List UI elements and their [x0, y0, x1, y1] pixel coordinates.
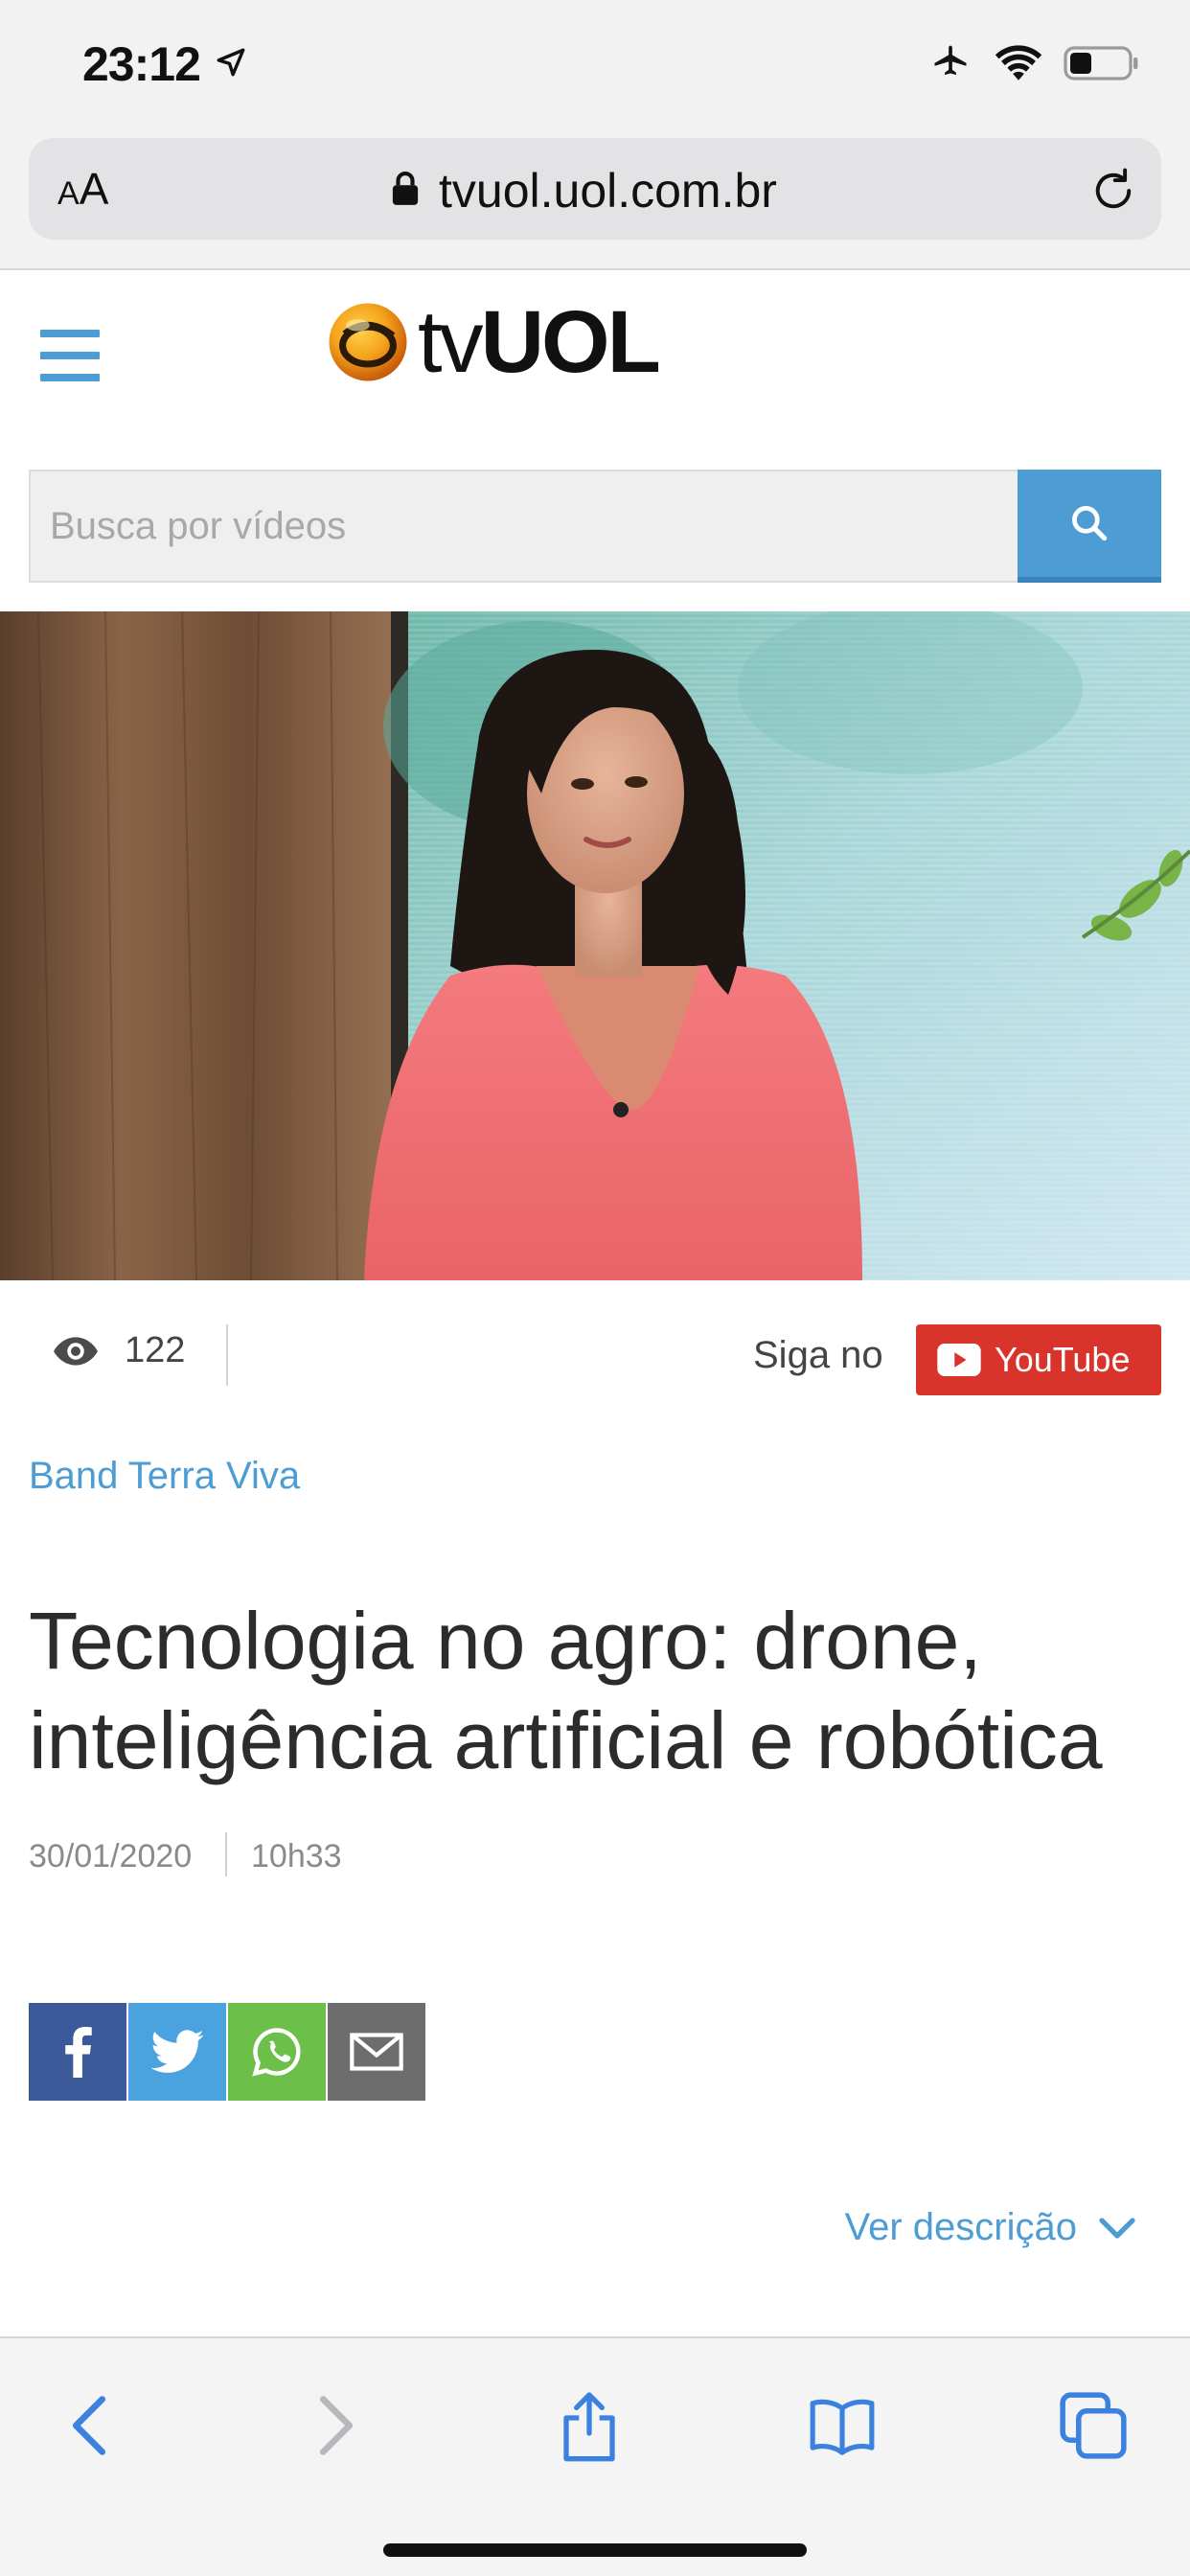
hamburger-menu-icon[interactable]: [40, 330, 100, 381]
tabs-icon: [1060, 2392, 1127, 2459]
share-whatsapp-button[interactable]: [228, 2003, 326, 2101]
search-box: [29, 470, 1018, 583]
tabs-button[interactable]: [1050, 2382, 1136, 2469]
search-input[interactable]: [31, 472, 1018, 581]
share-twitter-button[interactable]: [128, 2003, 226, 2101]
youtube-icon: [937, 1344, 981, 1376]
status-bar: 23:12: [0, 0, 1190, 134]
back-icon: [72, 2396, 106, 2455]
views-count: 122: [125, 1330, 186, 1370]
eye-icon: [54, 1336, 98, 1366]
divider: [226, 1324, 228, 1386]
lock-icon: [392, 172, 419, 205]
share-email-button[interactable]: [328, 2003, 425, 2101]
location-arrow-icon: [217, 48, 245, 77]
browser-address-area: AA tvuol.uol.com.br: [0, 134, 1190, 270]
twitter-icon: [150, 2030, 204, 2073]
status-time: 23:12: [82, 37, 201, 91]
channel-link[interactable]: Band Terra Viva: [29, 1455, 300, 1498]
publish-date: 30/01/2020: [29, 1838, 193, 1874]
wifi-icon: [995, 45, 1042, 80]
video-player[interactable]: [0, 611, 1190, 1280]
share-bar: [29, 2003, 425, 2101]
text-size-button[interactable]: AA: [57, 163, 108, 215]
share-icon: [563, 2392, 615, 2462]
back-button[interactable]: [46, 2382, 132, 2469]
article-title: Tecnologia no agro: drone, inteligência …: [29, 1596, 1103, 1785]
bookmarks-icon: [810, 2399, 875, 2455]
browser-toolbar: [0, 2336, 1190, 2576]
chevron-down-icon: [1099, 2217, 1135, 2239]
publish-time: 10h33: [251, 1838, 342, 1874]
battery-icon: [1064, 46, 1138, 80]
views-counter: 122: [52, 1330, 185, 1371]
uol-logo-icon: [329, 303, 407, 381]
whatsapp-icon: [252, 2028, 301, 2077]
airplane-icon: [934, 45, 967, 76]
forward-button[interactable]: [293, 2382, 379, 2469]
url-text[interactable]: tvuol.uol.com.br: [439, 163, 777, 218]
home-indicator[interactable]: [383, 2543, 807, 2557]
video-thumbnail: [0, 611, 1190, 1280]
bookmarks-button[interactable]: [799, 2382, 885, 2469]
search-button[interactable]: [1018, 470, 1161, 583]
tvuol-logo[interactable]: tvUOL: [326, 298, 661, 386]
share-facebook-button[interactable]: [29, 2003, 126, 2101]
search-icon: [1072, 506, 1108, 541]
description-toggle[interactable]: Ver descrição: [845, 2206, 1136, 2249]
youtube-follow-button[interactable]: YouTube: [916, 1324, 1161, 1395]
share-button[interactable]: [546, 2382, 632, 2469]
email-icon: [350, 2033, 403, 2071]
divider: [225, 1832, 227, 1876]
address-bar[interactable]: AA tvuol.uol.com.br: [29, 138, 1161, 240]
follow-label: Siga no: [753, 1334, 883, 1376]
forward-icon: [319, 2396, 354, 2455]
facebook-icon: [65, 2026, 92, 2078]
reload-icon[interactable]: [1088, 165, 1138, 215]
